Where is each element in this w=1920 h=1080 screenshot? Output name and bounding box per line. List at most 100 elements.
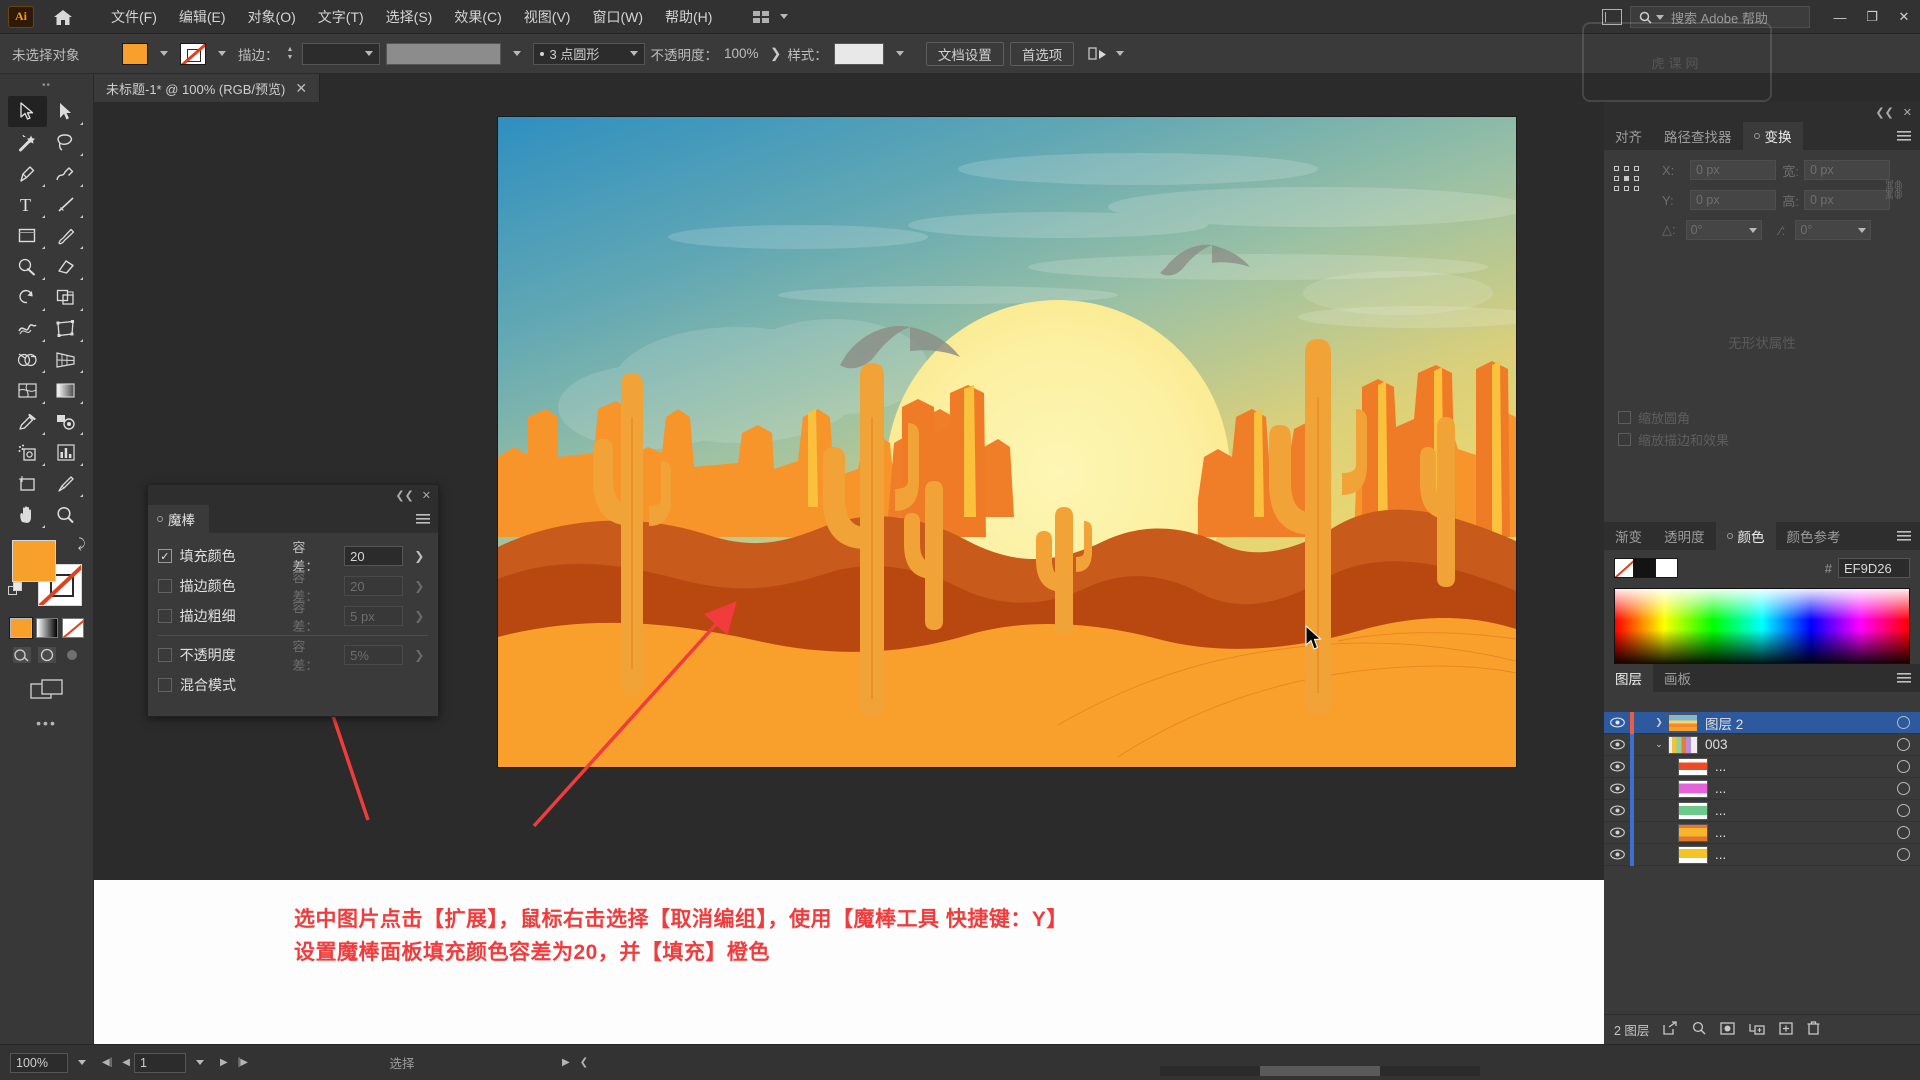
fill-chevron-icon[interactable] [160, 51, 168, 56]
magic-wand-panel[interactable]: ❮❮ ✕ 魔棒 ✓ 填充颜色 容差： 20 ❯ 描边颜色 容差： 20 ❯ 描边… [147, 484, 439, 717]
tool-shape-builder[interactable] [8, 344, 47, 375]
checkbox-opacity[interactable] [158, 648, 172, 662]
tool-lasso[interactable] [47, 127, 86, 158]
tool-shaper[interactable] [8, 251, 47, 282]
tool-rotate[interactable] [8, 282, 47, 313]
tool-scale[interactable] [47, 282, 86, 313]
artboard-nav-last[interactable]: |▶ [238, 1057, 248, 1068]
tab-magic-wand[interactable]: 魔棒 [148, 505, 209, 533]
tab-layers[interactable]: 图层 [1604, 664, 1653, 692]
close-icon[interactable]: ✕ [422, 489, 431, 502]
tab-color-guide[interactable]: 颜色参考 [1776, 522, 1852, 550]
brush-definition-select[interactable]: 3 点圆形 [532, 42, 645, 65]
eye-icon[interactable] [1604, 827, 1630, 838]
tab-transparency[interactable]: 透明度 [1653, 522, 1716, 550]
panel-menu-button[interactable] [416, 505, 430, 533]
tool-free-transform[interactable] [47, 313, 86, 344]
chevron-right-icon[interactable]: ❯ [1650, 717, 1668, 728]
draw-behind-button[interactable] [37, 646, 57, 667]
status-expand-icon[interactable]: ▶ [562, 1057, 570, 1068]
table-row[interactable]: ... [1604, 821, 1920, 844]
menu-window[interactable]: 窗口(W) [581, 2, 654, 32]
input-x[interactable]: 0 px [1690, 160, 1776, 180]
color-panel[interactable]: 渐变 透明度 颜色 颜色参考 # EF9D26 [1604, 522, 1920, 664]
tab-gradient[interactable]: 渐变 [1604, 522, 1653, 550]
target-indicator[interactable] [1897, 804, 1910, 817]
wand-row-blending-mode[interactable]: 混合模式 [158, 670, 428, 700]
layers-panel[interactable]: 图层 画板 ❯ 图层 2 ⌄ 003 ... ... ... ... ... 2… [1604, 664, 1920, 1044]
stroke-profile-chevron-icon[interactable] [512, 51, 521, 56]
input-width[interactable]: 0 px [1804, 160, 1890, 180]
swatch-white[interactable] [1656, 558, 1678, 578]
tool-column-graph[interactable] [47, 437, 86, 468]
delete-layer-icon[interactable] [1807, 1021, 1820, 1038]
eye-icon[interactable] [1604, 805, 1630, 816]
graphic-style-preview[interactable] [833, 42, 884, 65]
hex-input[interactable]: EF9D26 [1838, 558, 1910, 578]
artboard-nav-prev[interactable]: ◀ [122, 1057, 130, 1068]
stroke-swatch[interactable] [180, 42, 206, 65]
eye-icon[interactable] [1604, 849, 1630, 860]
document-tab[interactable]: 未标题-1* @ 100% (RGB/预览) ✕ [94, 74, 321, 102]
tool-zoom[interactable] [47, 499, 86, 530]
tool-direct-selection[interactable] [47, 96, 86, 127]
input-height[interactable]: 0 px [1804, 190, 1890, 210]
menu-effect[interactable]: 效果(C) [443, 2, 512, 32]
checkbox-stroke-weight[interactable] [158, 609, 172, 623]
tool-slice[interactable] [47, 468, 86, 499]
new-sublayer-icon[interactable] [1749, 1022, 1766, 1038]
artboard-chevron-icon[interactable] [196, 1060, 204, 1065]
tab-pathfinder[interactable]: 路径查找器 [1653, 122, 1743, 150]
tool-perspective-grid[interactable] [47, 344, 86, 375]
tool-symbol-sprayer[interactable] [8, 437, 47, 468]
table-row[interactable]: ❯ 图层 2 [1604, 712, 1920, 734]
table-row[interactable]: ... [1604, 843, 1920, 866]
input-angle[interactable]: 0° [1685, 220, 1762, 240]
color-mode-button[interactable] [8, 617, 33, 639]
close-icon[interactable]: ✕ [1903, 106, 1912, 119]
magic-wand-titlebar[interactable]: ❮❮ ✕ [148, 485, 438, 505]
menu-help[interactable]: 帮助(H) [654, 2, 723, 32]
artboard[interactable] [498, 117, 1516, 767]
transform-titlebar[interactable]: ❮❮ ✕ [1604, 102, 1920, 122]
target-indicator[interactable] [1897, 782, 1910, 795]
tab-artboards[interactable]: 画板 [1653, 664, 1702, 692]
checkbox-scale-strokes[interactable] [1618, 432, 1631, 446]
tool-artboard[interactable] [8, 468, 47, 499]
panel-menu-button[interactable] [1897, 122, 1920, 150]
eye-icon[interactable] [1604, 783, 1630, 794]
more-tools-button[interactable]: ••• [0, 715, 93, 731]
color-spectrum[interactable] [1614, 588, 1910, 664]
target-indicator[interactable] [1897, 738, 1910, 751]
checkbox-blending-mode[interactable] [158, 678, 172, 692]
tool-width[interactable] [8, 313, 47, 344]
zoom-level-input[interactable]: 100% [10, 1052, 68, 1073]
tool-pen[interactable] [8, 158, 47, 189]
make-mask-icon[interactable] [1720, 1021, 1736, 1038]
tool-type[interactable]: T [8, 189, 47, 220]
artboard-number-input[interactable]: 1 [134, 1052, 186, 1073]
artboard-nav-first[interactable]: ◀| [102, 1057, 112, 1068]
stroke-weight-input[interactable] [301, 42, 380, 65]
checkbox-fill-color[interactable]: ✓ [158, 549, 172, 563]
default-fill-stroke-icon[interactable] [7, 582, 24, 598]
tool-line-segment[interactable] [47, 189, 86, 220]
target-indicator[interactable] [1897, 760, 1910, 773]
gradient-mode-button[interactable] [35, 618, 58, 638]
tool-gradient[interactable] [47, 375, 86, 406]
option-scale-corners[interactable]: 缩放圆角 [1618, 406, 1906, 428]
swatch-none[interactable] [1614, 558, 1634, 578]
tool-curvature[interactable] [47, 158, 86, 189]
option-scale-strokes[interactable]: 缩放描边和效果 [1618, 428, 1906, 450]
input-y[interactable]: 0 px [1690, 190, 1776, 210]
collapse-icon[interactable]: ❮❮ [395, 489, 413, 502]
opacity-value[interactable]: 100% [724, 46, 764, 61]
tool-eyedropper[interactable] [8, 406, 47, 437]
locate-object-icon[interactable] [1663, 1021, 1678, 1038]
zoom-chevron-icon[interactable] [78, 1060, 86, 1065]
reference-point-selector[interactable] [1614, 166, 1640, 192]
status-collapse-icon[interactable]: ❮ [580, 1057, 588, 1068]
tab-align[interactable]: 对齐 [1604, 122, 1653, 150]
table-row[interactable]: ... [1604, 755, 1920, 778]
search-icon[interactable] [1692, 1021, 1706, 1038]
